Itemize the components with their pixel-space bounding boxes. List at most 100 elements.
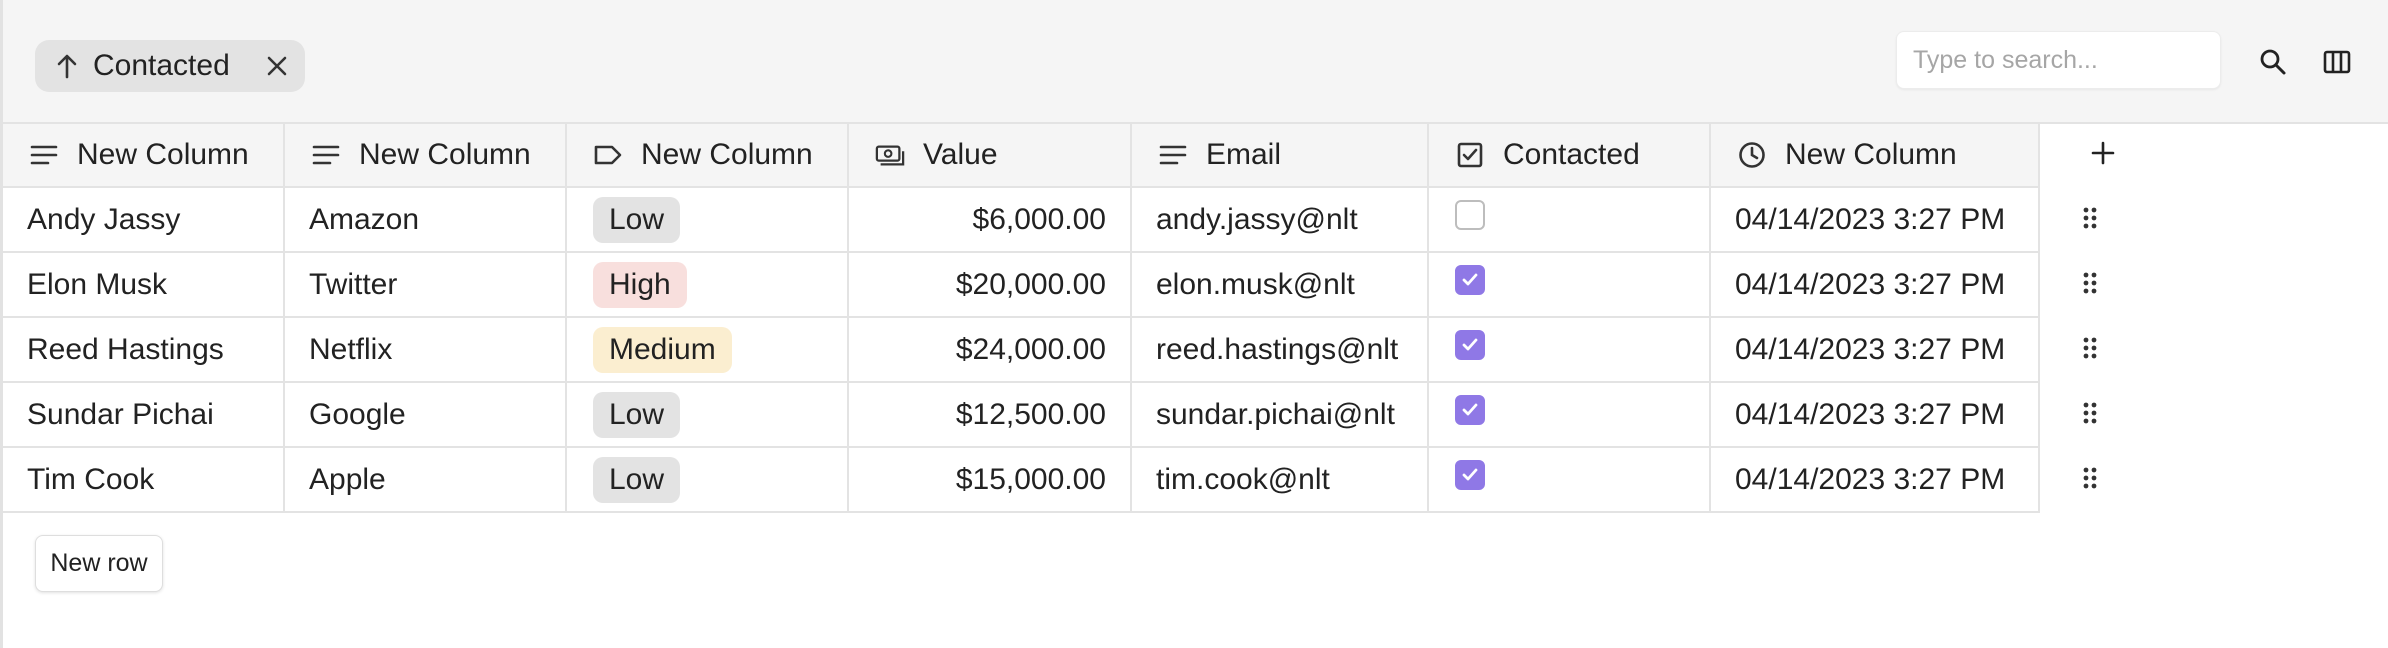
contacted-checkbox[interactable]	[1455, 264, 1485, 295]
cell-value[interactable]: $15,000.00	[849, 448, 1132, 513]
row-menu-button[interactable]	[2040, 253, 2140, 318]
checkmark-icon	[1462, 273, 1478, 285]
drag-handle-icon	[2082, 464, 2098, 498]
cell-priority[interactable]: Low	[567, 383, 849, 448]
row-menu-button[interactable]	[2040, 383, 2140, 448]
priority-tag: Medium	[593, 326, 732, 373]
drag-handle-icon	[2082, 399, 2098, 433]
text-lines-icon	[311, 140, 341, 170]
cell-text: Andy Jassy	[27, 202, 181, 236]
column-header[interactable]: Email	[1132, 124, 1429, 188]
sort-chip-label: Contacted	[93, 49, 230, 82]
cell-text: $6,000.00	[972, 202, 1106, 236]
checkbox-icon	[1455, 140, 1485, 170]
cell-text: 04/14/2023 3:27 PM	[1735, 397, 2006, 431]
contacted-checkbox[interactable]	[1455, 329, 1485, 360]
contacted-checkbox[interactable]	[1455, 394, 1485, 425]
add-column-button[interactable]	[2040, 124, 2140, 188]
plus-icon	[2091, 139, 2115, 173]
sort-chip[interactable]: Contacted	[35, 40, 305, 92]
cell-name[interactable]: Tim Cook	[3, 448, 285, 513]
cell-text: 04/14/2023 3:27 PM	[1735, 267, 2006, 301]
contacted-checkbox[interactable]	[1455, 459, 1485, 490]
text-lines-icon	[29, 140, 59, 170]
contacted-checkbox[interactable]	[1455, 199, 1485, 230]
cell-email[interactable]: sundar.pichai@nlt	[1132, 383, 1429, 448]
column-header-label: New Column	[1785, 138, 1957, 171]
new-row-button[interactable]: New row	[35, 535, 163, 592]
arrow-up-icon	[53, 51, 81, 81]
cell-priority[interactable]: High	[567, 253, 849, 318]
tag-icon	[593, 140, 623, 170]
text-lines-icon	[1158, 140, 1188, 170]
money-icon	[875, 140, 905, 170]
cell-value[interactable]: $24,000.00	[849, 318, 1132, 383]
cell-email[interactable]: elon.musk@nlt	[1132, 253, 1429, 318]
cell-name[interactable]: Reed Hastings	[3, 318, 285, 383]
cell-text: Tim Cook	[27, 462, 155, 496]
search-icon[interactable]	[2253, 42, 2293, 82]
cell-value[interactable]: $20,000.00	[849, 253, 1132, 318]
cell-datetime[interactable]: 04/14/2023 3:27 PM	[1711, 383, 2040, 448]
cell-contacted	[1429, 318, 1711, 383]
column-header[interactable]: New Column	[285, 124, 567, 188]
row-menu-button[interactable]	[2040, 188, 2140, 253]
cell-text: 04/14/2023 3:27 PM	[1735, 462, 2006, 496]
cell-name[interactable]: Sundar Pichai	[3, 383, 285, 448]
table-row: Reed Hastings Netflix Medium $24,000.00 reed…	[3, 318, 2140, 383]
cell-text: $12,500.00	[955, 397, 1106, 431]
cell-text: 04/14/2023 3:27 PM	[1735, 332, 2006, 366]
cell-company[interactable]: Netflix	[285, 318, 567, 383]
cell-text: Apple	[309, 462, 386, 496]
table-row: Andy Jassy Amazon Low $6,000.00 andy.jassy@n…	[3, 188, 2140, 253]
cell-name[interactable]: Andy Jassy	[3, 188, 285, 253]
column-header[interactable]: New Column	[3, 124, 285, 188]
toolbar: Contacted	[3, 0, 2388, 124]
cell-name[interactable]: Elon Musk	[3, 253, 285, 318]
cell-company[interactable]: Google	[285, 383, 567, 448]
column-header[interactable]: Contacted	[1429, 124, 1711, 188]
cell-contacted	[1429, 383, 1711, 448]
column-header[interactable]: New Column	[1711, 124, 2040, 188]
search-input[interactable]	[1896, 31, 2221, 89]
cell-value[interactable]: $12,500.00	[849, 383, 1132, 448]
cell-datetime[interactable]: 04/14/2023 3:27 PM	[1711, 188, 2040, 253]
row-menu-button[interactable]	[2040, 318, 2140, 383]
row-menu-button[interactable]	[2040, 448, 2140, 513]
priority-tag: High	[593, 261, 687, 308]
cell-text: 04/14/2023 3:27 PM	[1735, 202, 2006, 236]
column-header-label: New Column	[77, 138, 249, 171]
column-header[interactable]: New Column	[567, 124, 849, 188]
cell-contacted	[1429, 448, 1711, 513]
column-header[interactable]: Value	[849, 124, 1132, 188]
cell-text: tim.cook@nlt	[1156, 462, 1330, 496]
cell-text: Twitter	[309, 267, 398, 301]
table-row: Sundar Pichai Google Low $12,500.00 sundar.p…	[3, 383, 2140, 448]
cell-datetime[interactable]: 04/14/2023 3:27 PM	[1711, 318, 2040, 383]
cell-text: Sundar Pichai	[27, 397, 214, 431]
drag-handle-icon	[2082, 334, 2098, 368]
cell-datetime[interactable]: 04/14/2023 3:27 PM	[1711, 253, 2040, 318]
cell-value[interactable]: $6,000.00	[849, 188, 1132, 253]
cell-company[interactable]: Twitter	[285, 253, 567, 318]
cell-text: reed.hastings@nlt	[1156, 332, 1399, 366]
checkmark-icon	[1462, 403, 1478, 415]
column-header-label: New Column	[641, 138, 813, 171]
cell-email[interactable]: tim.cook@nlt	[1132, 448, 1429, 513]
cell-priority[interactable]: Low	[567, 188, 849, 253]
close-icon[interactable]	[263, 52, 291, 80]
cell-email[interactable]: reed.hastings@nlt	[1132, 318, 1429, 383]
cell-datetime[interactable]: 04/14/2023 3:27 PM	[1711, 448, 2040, 513]
table-row: Elon Musk Twitter High $20,000.00 elon.musk@…	[3, 253, 2140, 318]
column-header-label: New Column	[359, 138, 531, 171]
cell-email[interactable]: andy.jassy@nlt	[1132, 188, 1429, 253]
columns-icon[interactable]	[2317, 42, 2357, 82]
cell-priority[interactable]: Medium	[567, 318, 849, 383]
cell-priority[interactable]: Low	[567, 448, 849, 513]
cell-text: andy.jassy@nlt	[1156, 202, 1358, 236]
checkmark-icon	[1462, 338, 1478, 350]
cell-text: Amazon	[309, 202, 420, 236]
cell-company[interactable]: Amazon	[285, 188, 567, 253]
cell-text: $20,000.00	[955, 267, 1106, 301]
cell-company[interactable]: Apple	[285, 448, 567, 513]
